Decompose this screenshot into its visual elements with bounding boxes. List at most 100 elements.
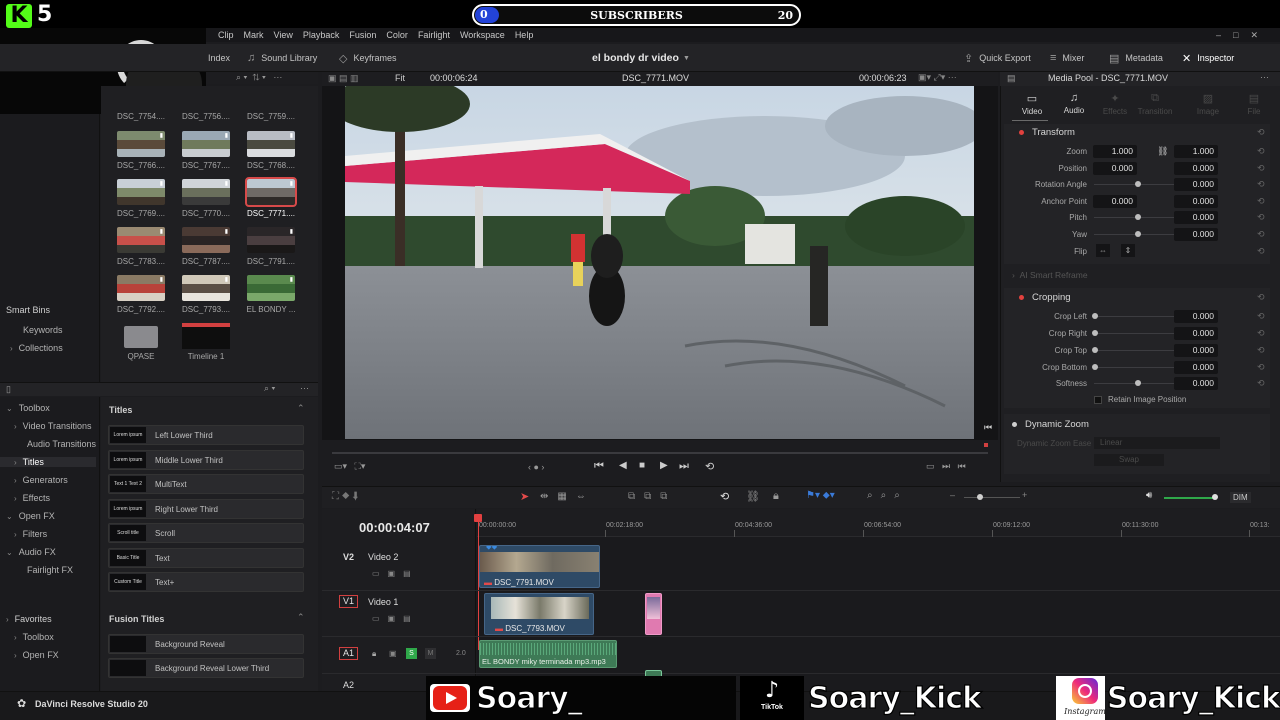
lock-icon[interactable]: 🔒︎ [773,490,779,503]
inspector-tab-audio[interactable]: ♫ Audio [1056,92,1092,115]
reset-icon[interactable]: ⟲ [1257,229,1265,240]
panel-toggle-icon[interactable]: ▯ [6,384,11,395]
cropping-header[interactable]: Cropping [1019,292,1071,303]
media-pool-clip-thumbnail[interactable]: ▮ [182,275,230,301]
transform-header[interactable]: Transform [1019,127,1075,138]
title-item[interactable]: Lorem ipsum Right Lower Third [108,498,304,519]
menu-view[interactable]: View [274,30,293,40]
enable-dot[interactable] [1012,421,1017,427]
reset-icon[interactable]: ⟲ [1257,163,1265,174]
titles-collapse-icon[interactable]: ⌃ [297,403,305,414]
clip-pink-short[interactable] [645,593,662,635]
title-item[interactable]: Custom Title Text+ [108,572,304,592]
timeline-area[interactable] [477,509,1280,699]
slider-knob[interactable] [1135,231,1141,237]
transform-anchor-x-field[interactable]: 0.000 [1093,195,1137,208]
media-pool-clip-thumbnail[interactable]: ▮ [117,227,165,253]
media-pool-clip-thumbnail[interactable]: ▮ [117,275,165,301]
inspector-tab-image[interactable]: ▨ Image [1190,92,1226,116]
effects-tree-item[interactable]: ⌄ Toolbox [6,403,50,413]
track-a1-id[interactable]: A1 [339,647,358,660]
fusion-title-background-reveal-lower-third[interactable]: Background Reveal Lower Third [108,658,304,678]
crop-top-slider[interactable] [1094,350,1178,351]
menu-clip[interactable]: Clip [218,30,234,40]
reset-icon[interactable]: ⟲ [1257,311,1265,322]
link-icon[interactable]: ⛓ [1157,146,1168,157]
media-pool-clip-thumbnail[interactable]: ▮ [117,179,165,205]
effects-tree-item[interactable]: Audio Transitions [14,439,96,449]
search-icon[interactable]: ⌕ [236,72,241,82]
insert-tools-icons[interactable]: ⧉⧉⧉ [628,491,676,502]
title-item[interactable]: Basic Title Text [108,547,304,568]
bin-collections[interactable]: › Collections [10,343,63,353]
track-a1-controls[interactable]: ▣ [389,649,397,658]
edit-tools-icons[interactable]: ⇹▦⇔ [540,491,595,502]
track-a1-solo[interactable]: S [406,648,417,659]
track-v1-id[interactable]: V1 [339,595,358,608]
zoom-slider[interactable] [964,497,1020,498]
transform-yaw-field[interactable]: 0.000 [1174,228,1218,241]
folder-icon[interactable] [124,326,158,348]
effects-tree-item[interactable]: ⌄ Audio FX [6,547,56,557]
menu-fusion[interactable]: Fusion [349,30,376,40]
play-reverse-icon[interactable]: ◀ [619,460,627,471]
close-icon[interactable]: ✕ [1250,30,1270,40]
menu-fairlight[interactable]: Fairlight [418,30,450,40]
playhead-head[interactable] [474,514,482,522]
reset-icon[interactable]: ⟲ [1257,362,1265,373]
menu-color[interactable]: Color [386,30,408,40]
go-to-start-icon[interactable]: ⏮ [594,460,604,473]
media-pool-clip-thumbnail[interactable]: ▮ [247,131,295,157]
reset-icon[interactable]: ⟲ [1257,246,1265,257]
sound-library-button[interactable]: ♫ Sound Library [247,44,317,72]
inspector-button[interactable]: ✕ Inspector [1182,44,1234,72]
menu-help[interactable]: Help [515,30,534,40]
inspector-tab-transition[interactable]: ⧉ Transition [1137,92,1173,116]
index-button[interactable]: Index [208,44,230,72]
media-pool-clip-thumbnail[interactable]: ▮ [182,131,230,157]
viewer-mode-icon[interactable]: ▭▾ ⛶▾ [334,461,365,472]
title-item[interactable]: Text 1 Text 2 MultiText [108,474,304,494]
transform-position-x-field[interactable]: 0.000 [1093,162,1137,175]
fusion-titles-collapse-icon[interactable]: ⌃ [297,612,305,623]
viewer-skip-icon[interactable]: ⏮ [984,422,992,433]
enable-dot[interactable] [1019,129,1024,135]
inspector-tab-effects[interactable]: ✦ Effects [1097,92,1133,116]
project-title[interactable]: el bondy dr video ▼ [592,44,696,72]
volume-knob[interactable] [1212,494,1218,500]
viewer-clip-name[interactable]: DSC_7771.MOV [622,73,689,83]
effects-more-icon[interactable]: ··· [300,383,309,393]
metadata-button[interactable]: ▤ Metadata [1109,44,1163,72]
track-v2-controls[interactable]: ▭▣▤ [372,569,419,578]
title-item[interactable]: Scroll title Scroll [108,523,304,543]
crop-softness-field[interactable]: 0.000 [1174,377,1218,390]
media-pool-clip-thumbnail[interactable]: ▮ [247,275,295,301]
menu-workspace[interactable]: Workspace [460,30,505,40]
transform-rotation-field[interactable]: 0.000 [1174,178,1218,191]
slider-knob[interactable] [1135,214,1141,220]
zoom-tools-icons[interactable]: ⌕⌕⌕ [867,490,908,501]
flip-horizontal-button[interactable]: ⇔ [1096,244,1110,257]
slider-knob[interactable] [1092,330,1098,336]
reset-icon[interactable]: ⟲ [1257,328,1265,339]
flag-icon[interactable]: ⚑▾ ⬥▾ [806,490,835,501]
maximize-icon[interactable]: □ [1233,30,1250,40]
inspector-panel-icon[interactable]: ▤ [1007,73,1016,84]
media-pool-clip-thumbnail[interactable]: ▮ [247,227,295,253]
transform-pitch-field[interactable]: 0.000 [1174,211,1218,224]
crop-right-field[interactable]: 0.000 [1174,327,1218,340]
slider-knob[interactable] [1135,181,1141,187]
effects-tree-item[interactable]: › Filters [14,529,47,539]
loop-icon[interactable]: ⟲ [705,460,714,473]
inspector-tab-video[interactable]: ▭ Video [1014,92,1050,116]
reset-icon[interactable]: ⟲ [1257,146,1265,157]
media-pool-clip-thumbnail[interactable]: ▮ [182,179,230,205]
ai-smart-reframe-header[interactable]: › AI Smart Reframe [1012,270,1088,280]
minimize-icon[interactable]: – [1216,30,1233,40]
dynamic-zoom-header[interactable]: Dynamic Zoom [1012,419,1089,430]
favorite-toolbox[interactable]: › Toolbox [14,632,54,642]
media-pool-clip-thumbnail[interactable]: ▮ [182,227,230,253]
dim-button[interactable]: DIM [1230,492,1251,503]
effects-tree-item[interactable]: Fairlight FX [14,565,73,575]
sort-icon[interactable]: ⇅ [252,72,259,82]
